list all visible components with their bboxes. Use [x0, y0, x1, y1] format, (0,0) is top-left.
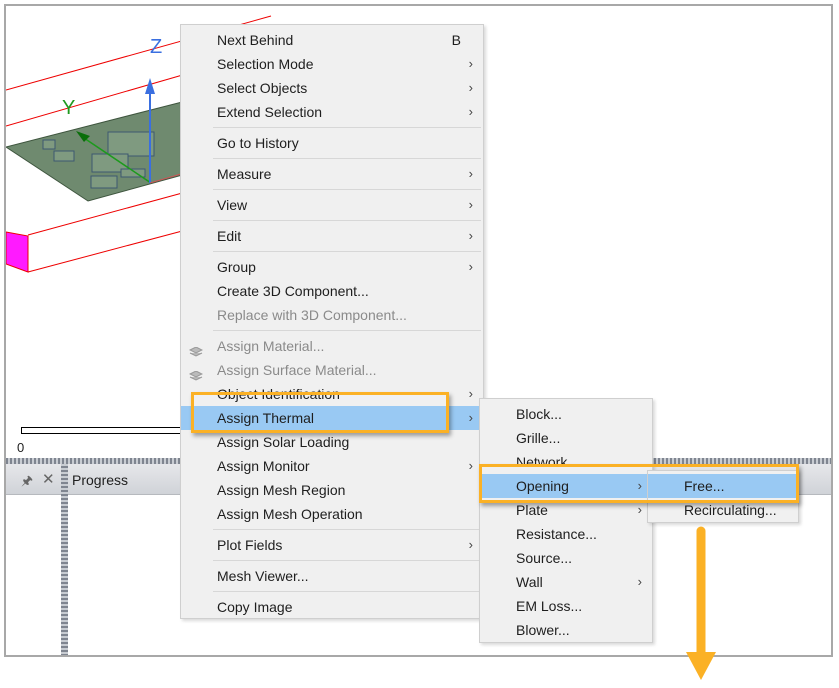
material-icon	[188, 340, 204, 357]
thermal-item-grille[interactable]: Grille...	[480, 426, 652, 450]
close-icon[interactable]: ✕	[42, 470, 55, 488]
scale-bar	[21, 427, 191, 434]
menu-item-label: Group	[217, 259, 256, 275]
menu-item-label: Plot Fields	[217, 537, 283, 553]
menu-item-label: Extend Selection	[217, 104, 323, 120]
menu-item-label: Assign Material...	[217, 338, 325, 354]
menu-item-label: Grille...	[516, 430, 561, 446]
menu-item-extend-selection[interactable]: Extend Selection ›	[181, 100, 483, 124]
menu-separator	[181, 217, 483, 224]
menu-item-group[interactable]: Group ›	[181, 255, 483, 279]
menu-item-label: Assign Mesh Operation	[217, 506, 363, 522]
z-axis-label: Z	[150, 36, 163, 58]
menu-item-label: Wall	[516, 574, 543, 590]
thermal-item-source[interactable]: Source...	[480, 546, 652, 570]
z-axis-arrow	[145, 78, 155, 94]
menu-item-label: Block...	[516, 406, 562, 422]
menu-item-assign-surface-material[interactable]: Assign Surface Material...	[181, 358, 483, 382]
thermal-item-em-loss[interactable]: EM Loss...	[480, 594, 652, 618]
menu-separator	[181, 248, 483, 255]
menu-item-label: Assign Solar Loading	[217, 434, 350, 450]
menu-item-label: Replace with 3D Component...	[217, 307, 407, 323]
menu-separator	[181, 155, 483, 162]
menu-item-label: Select Objects	[217, 80, 308, 96]
menu-item-replace-with-3d-component[interactable]: Replace with 3D Component...	[181, 303, 483, 327]
callout-opening-free	[479, 464, 799, 503]
menu-separator	[181, 588, 483, 595]
thermal-item-blower[interactable]: Blower...	[480, 618, 652, 642]
thermal-item-wall[interactable]: Wall ›	[480, 570, 652, 594]
chevron-right-icon: ›	[468, 56, 473, 71]
menu-separator	[181, 186, 483, 193]
menu-item-label: Resistance...	[516, 526, 597, 542]
menu-item-label: Edit	[217, 228, 242, 244]
chevron-right-icon: ›	[468, 537, 473, 552]
menu-item-label: Source...	[516, 550, 573, 566]
chevron-right-icon: ›	[468, 259, 473, 274]
opening-face	[6, 231, 29, 273]
menu-item-assign-material[interactable]: Assign Material...	[181, 334, 483, 358]
thermal-item-block[interactable]: Block...	[480, 402, 652, 426]
y-axis-label: Y	[62, 97, 76, 119]
chevron-right-icon: ›	[468, 197, 473, 212]
menu-item-copy-image[interactable]: Copy Image	[181, 595, 483, 619]
menu-item-create-3d-component[interactable]: Create 3D Component...	[181, 279, 483, 303]
menu-item-assign-monitor[interactable]: Assign Monitor ›	[181, 454, 483, 478]
menu-item-label: Assign Monitor	[217, 458, 310, 474]
context-menu: Next Behind B Selection Mode › Select Object…	[180, 24, 484, 619]
menu-separator	[181, 327, 483, 334]
menu-item-label: Copy Image	[217, 599, 293, 615]
vertical-splitter[interactable]	[61, 464, 68, 655]
chevron-right-icon: ›	[468, 80, 473, 95]
menu-item-selection-mode[interactable]: Selection Mode ›	[181, 52, 483, 76]
chevron-right-icon: ›	[468, 104, 473, 119]
shortcut-label: B	[451, 32, 461, 48]
menu-item-label: View	[217, 197, 248, 213]
menu-item-assign-mesh-operation[interactable]: Assign Mesh Operation	[181, 502, 483, 526]
menu-item-measure[interactable]: Measure ›	[181, 162, 483, 186]
assign-thermal-submenu: Block... Grille... Network... Opening › Plate…	[479, 398, 653, 643]
menu-item-next-behind[interactable]: Next Behind B	[181, 28, 483, 52]
menu-item-label: Selection Mode	[217, 56, 314, 72]
menu-item-mesh-viewer[interactable]: Mesh Viewer...	[181, 564, 483, 588]
chevron-right-icon: ›	[637, 574, 642, 589]
menu-item-label: Mesh Viewer...	[217, 568, 309, 584]
menu-item-label: Measure	[217, 166, 272, 182]
menu-item-label: Assign Mesh Region	[217, 482, 346, 498]
menu-item-label: Go to History	[217, 135, 299, 151]
menu-item-go-to-history[interactable]: Go to History	[181, 131, 483, 155]
callout-assign-thermal	[191, 392, 449, 433]
chevron-right-icon: ›	[468, 410, 473, 425]
menu-item-label: Blower...	[516, 622, 570, 638]
thermal-item-resistance[interactable]: Resistance...	[480, 522, 652, 546]
chevron-right-icon: ›	[468, 228, 473, 243]
menu-item-assign-solar-loading[interactable]: Assign Solar Loading	[181, 430, 483, 454]
menu-item-label: EM Loss...	[516, 598, 583, 614]
menu-item-assign-mesh-region[interactable]: Assign Mesh Region	[181, 478, 483, 502]
menu-separator	[181, 526, 483, 533]
menu-item-label: Assign Surface Material...	[217, 362, 377, 378]
progress-panel-title: Progress	[72, 472, 129, 488]
scale-zero-label: 0	[17, 440, 25, 455]
menu-item-plot-fields[interactable]: Plot Fields ›	[181, 533, 483, 557]
menu-item-view[interactable]: View ›	[181, 193, 483, 217]
menu-separator	[181, 557, 483, 564]
pin-icon[interactable]: 🖈︎	[21, 472, 33, 494]
surface-material-icon	[188, 364, 204, 381]
menu-item-edit[interactable]: Edit ›	[181, 224, 483, 248]
menu-separator	[181, 124, 483, 131]
chevron-right-icon: ›	[468, 386, 473, 401]
menu-item-label: Next Behind	[217, 32, 294, 48]
chevron-right-icon: ›	[468, 166, 473, 181]
menu-item-label: Create 3D Component...	[217, 283, 369, 299]
chevron-right-icon: ›	[468, 458, 473, 473]
menu-item-select-objects[interactable]: Select Objects ›	[181, 76, 483, 100]
